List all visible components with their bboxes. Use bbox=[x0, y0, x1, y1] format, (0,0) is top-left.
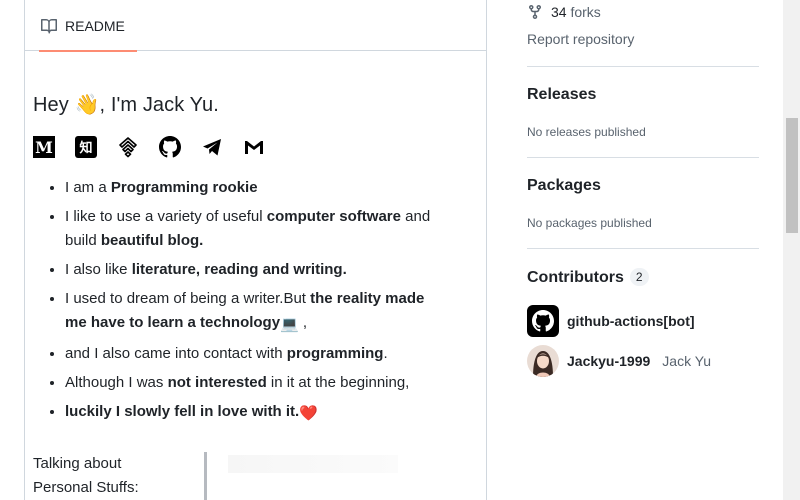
forks-count: 34 bbox=[551, 4, 567, 20]
packages-empty-text: No packages published bbox=[527, 216, 652, 230]
avatar bbox=[527, 345, 559, 377]
contributor-login: Jackyu-1999 bbox=[567, 353, 651, 369]
contributors-title[interactable]: Contributors 2 bbox=[527, 268, 649, 287]
faded-image bbox=[228, 455, 398, 473]
scrollbar-thumb[interactable] bbox=[786, 118, 798, 233]
list-item: Although I was not interested in it at t… bbox=[65, 370, 443, 395]
contributors-count: 2 bbox=[629, 268, 649, 286]
page-scrollbar[interactable] bbox=[783, 0, 800, 500]
heart-icon: ❤️ bbox=[299, 405, 318, 422]
contributor-name: Jack Yu bbox=[662, 353, 712, 369]
packages-title[interactable]: Packages bbox=[527, 177, 601, 195]
medium-icon[interactable]: M bbox=[33, 136, 55, 158]
contributor-item[interactable]: Jackyu-1999 Jack Yu bbox=[527, 345, 711, 377]
list-item: I like to use a variety of useful comput… bbox=[65, 204, 443, 253]
contributor-item[interactable]: github-actions[bot] bbox=[527, 305, 695, 337]
readme-tab[interactable]: README bbox=[39, 1, 137, 52]
forks-link[interactable]: 34 forks bbox=[527, 2, 601, 22]
svg-text:M: M bbox=[35, 138, 53, 157]
readme-heading: Hey 👋, I'm Jack Yu. bbox=[33, 94, 219, 116]
list-item: and I also came into contact with progra… bbox=[65, 341, 443, 366]
github-icon[interactable] bbox=[159, 136, 181, 158]
readme-content: Hey 👋, I'm Jack Yu. M 知 I am a Programmi… bbox=[33, 92, 443, 430]
tab-active-underline bbox=[39, 50, 137, 52]
telegram-icon[interactable] bbox=[201, 136, 223, 158]
releases-title[interactable]: Releases bbox=[527, 86, 596, 104]
divider bbox=[527, 66, 759, 67]
laptop-icon: 💻 bbox=[280, 316, 299, 333]
fork-icon bbox=[529, 4, 541, 20]
avatar bbox=[527, 305, 559, 337]
table-divider bbox=[204, 452, 207, 500]
list-item: luckily I slowly fell in love with it. ❤… bbox=[65, 399, 443, 426]
book-icon bbox=[41, 19, 57, 34]
readme-tab-label: README bbox=[65, 18, 125, 34]
contributor-login: github-actions[bot] bbox=[567, 313, 695, 329]
list-item: I used to dream of being a writer.But th… bbox=[65, 286, 443, 337]
forks-label: forks bbox=[570, 4, 601, 20]
readme-header: README bbox=[25, 0, 486, 52]
gmail-icon[interactable] bbox=[243, 136, 265, 158]
divider bbox=[527, 248, 759, 249]
zhihu-icon[interactable]: 知 bbox=[75, 136, 97, 158]
about-list: I am a Programming rookie I like to use … bbox=[33, 175, 443, 426]
report-repository-link[interactable]: Report repository bbox=[527, 31, 634, 47]
svg-text:知: 知 bbox=[79, 140, 92, 156]
social-links: M 知 bbox=[33, 135, 443, 159]
list-item: I am a Programming rookie bbox=[65, 175, 443, 200]
releases-empty-text: No releases published bbox=[527, 125, 646, 139]
juejin-icon[interactable] bbox=[117, 136, 139, 158]
github-icon bbox=[532, 310, 554, 332]
talking-about-text: Talking about Personal Stuffs: bbox=[33, 455, 139, 496]
divider bbox=[527, 157, 759, 158]
list-item: I also like literature, reading and writ… bbox=[65, 257, 443, 282]
